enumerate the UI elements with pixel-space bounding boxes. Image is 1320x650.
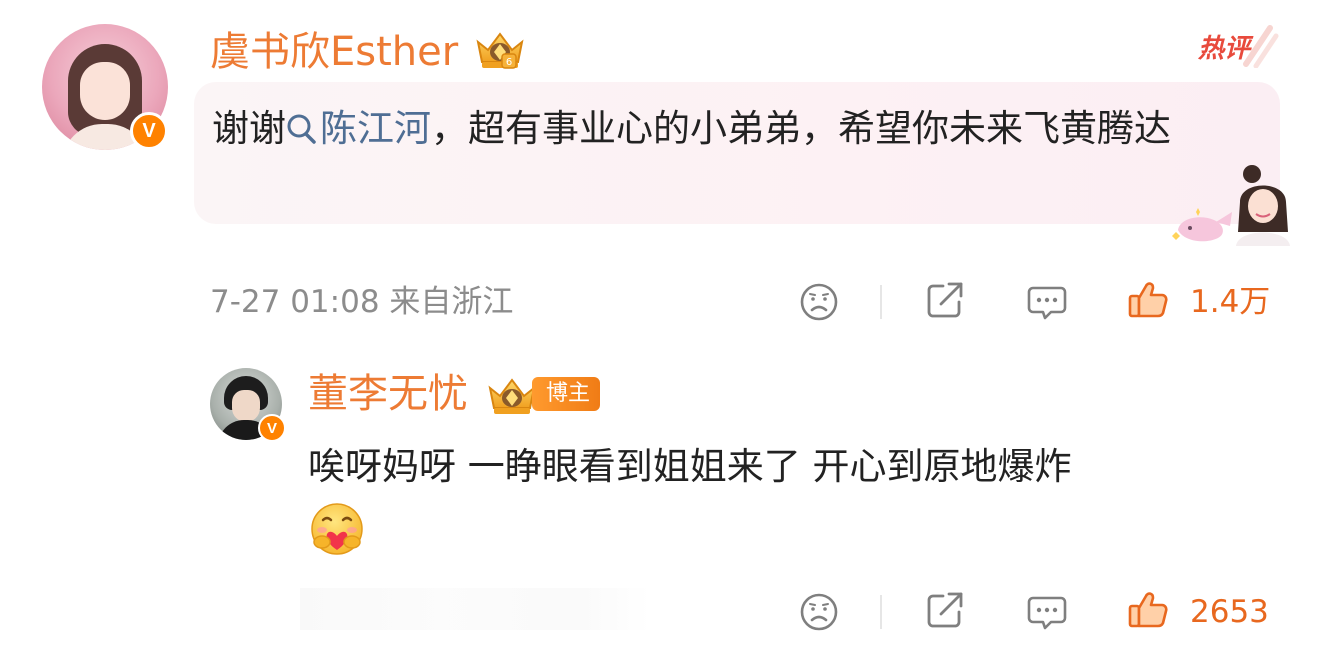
comment-time: 7-27 01:08: [210, 284, 380, 320]
thumbs-up-icon[interactable]: [1126, 588, 1170, 632]
blogger-tag: 博主: [532, 377, 601, 411]
like-count: 1.4万: [1190, 284, 1271, 320]
girl-decoration: [1236, 165, 1290, 246]
share-icon[interactable]: [923, 278, 967, 322]
avatar-face: [232, 390, 260, 422]
like-count: 2653: [1190, 594, 1269, 630]
sad-face-icon[interactable]: [797, 590, 841, 634]
action-divider: [880, 285, 882, 319]
verified-badge: V: [258, 414, 286, 442]
topic-link[interactable]: 陈江河: [320, 107, 431, 150]
comment-text-prefix: 谢谢: [212, 107, 286, 150]
search-icon: [287, 114, 316, 144]
verified-badge: V: [130, 112, 168, 150]
comment-location: 来自浙江: [389, 284, 514, 320]
comment-text-body: ，超有事业心的小弟弟，希望你未来飞黄腾达: [431, 107, 1171, 150]
comment-meta: 7-27 01:08 来自浙江: [210, 282, 513, 322]
comment-icon[interactable]: [1025, 280, 1069, 324]
share-icon[interactable]: [923, 588, 967, 632]
action-divider: [880, 595, 882, 629]
svg-text:6: 6: [506, 57, 512, 68]
faded-meta-placeholder: [300, 588, 650, 630]
avatar-face: [80, 62, 130, 120]
crown-icon: 6: [476, 32, 524, 69]
comment-text: 谢谢 陈江河，超有事业心的小弟弟，希望你未来飞黄腾达: [212, 100, 1252, 158]
comment-author[interactable]: 董李无忧: [308, 370, 468, 418]
comment-icon[interactable]: [1025, 590, 1069, 634]
thumbs-up-icon[interactable]: [1126, 278, 1170, 322]
comment-author[interactable]: 虞书欣Esther: [210, 28, 458, 76]
sad-face-icon[interactable]: [797, 280, 841, 324]
comment-text: 唉呀妈呀 一睁眼看到姐姐来了 开心到原地爆炸: [308, 445, 1072, 488]
hug-heart-emoji: [311, 503, 363, 555]
hot-stripe-decoration: [1243, 25, 1279, 68]
